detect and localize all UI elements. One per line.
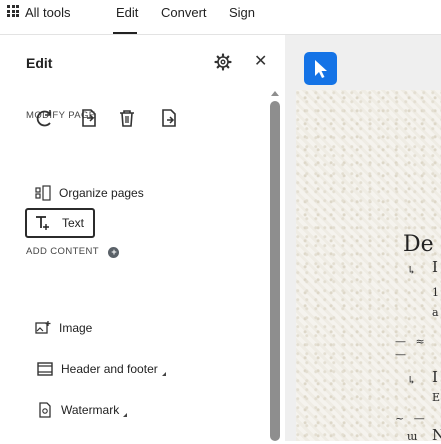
add-circle-icon[interactable]: + <box>108 247 120 258</box>
image-label: Image <box>59 321 93 335</box>
document-text-fragment: N <box>432 426 441 444</box>
menu-convert[interactable]: Convert <box>161 5 207 20</box>
delete-icon[interactable] <box>117 108 137 128</box>
active-tab-indicator <box>113 32 137 34</box>
document-text-fragment: E <box>432 391 441 404</box>
organize-pages-label: Organize pages <box>59 186 144 200</box>
organize-icon <box>35 185 51 201</box>
header-footer-button[interactable]: Header and footer <box>37 361 166 377</box>
text-label: Text <box>62 216 85 230</box>
select-pointer-icon <box>315 60 327 78</box>
document-page[interactable] <box>296 90 441 441</box>
add-content-label: ADD CONTENT <box>26 246 100 257</box>
menu-sign[interactable]: Sign <box>229 5 255 20</box>
replace-icon[interactable] <box>159 108 179 128</box>
rotate-icon[interactable] <box>35 108 55 128</box>
watermark-button[interactable]: Watermark <box>37 402 128 418</box>
extract-icon[interactable] <box>79 108 99 128</box>
organize-pages-button[interactable]: Organize pages <box>35 185 144 201</box>
decor-glyph-icon: ɯ <box>407 430 418 443</box>
more-options-icon <box>123 413 128 417</box>
gear-icon[interactable] <box>214 53 232 71</box>
edit-panel: Edit ✕ MODIFY PAGE <box>0 35 285 441</box>
decor-dashes-icon: ~ — <box>395 412 428 425</box>
more-options-icon <box>161 372 166 376</box>
decor-glyph-icon: ↳ <box>407 374 417 387</box>
watermark-label: Watermark <box>61 403 120 417</box>
decor-dashes-icon: — ≈ — <box>395 335 428 361</box>
document-text-fragment: I <box>432 258 438 276</box>
apps-grid-icon[interactable] <box>7 5 19 17</box>
close-icon[interactable]: ✕ <box>254 51 267 71</box>
panel-title: Edit <box>26 55 53 71</box>
menu-all-tools[interactable]: All tools <box>25 5 71 20</box>
add-text-button[interactable]: Text <box>25 208 95 238</box>
add-content-header: ADD CONTENT + <box>26 241 120 259</box>
decor-glyph-icon: ↳ <box>407 264 417 277</box>
text-icon <box>36 216 49 230</box>
scrollbar-thumb[interactable] <box>270 101 280 441</box>
header-footer-label: Header and footer <box>61 362 158 376</box>
document-text-fragment: I <box>432 368 438 386</box>
document-heading: De <box>403 232 434 257</box>
header-footer-icon <box>37 362 53 376</box>
image-icon <box>35 321 51 334</box>
menu-edit[interactable]: Edit <box>116 5 138 20</box>
document-text-fragment: a <box>432 306 439 319</box>
document-text-fragment: 1 <box>432 286 439 299</box>
top-menu-bar: All tools Edit Convert Sign <box>0 0 441 35</box>
watermark-icon <box>39 402 51 418</box>
scroll-up-icon[interactable] <box>271 91 279 96</box>
add-image-button[interactable]: Image <box>35 320 92 336</box>
select-tool-button[interactable] <box>304 52 337 85</box>
